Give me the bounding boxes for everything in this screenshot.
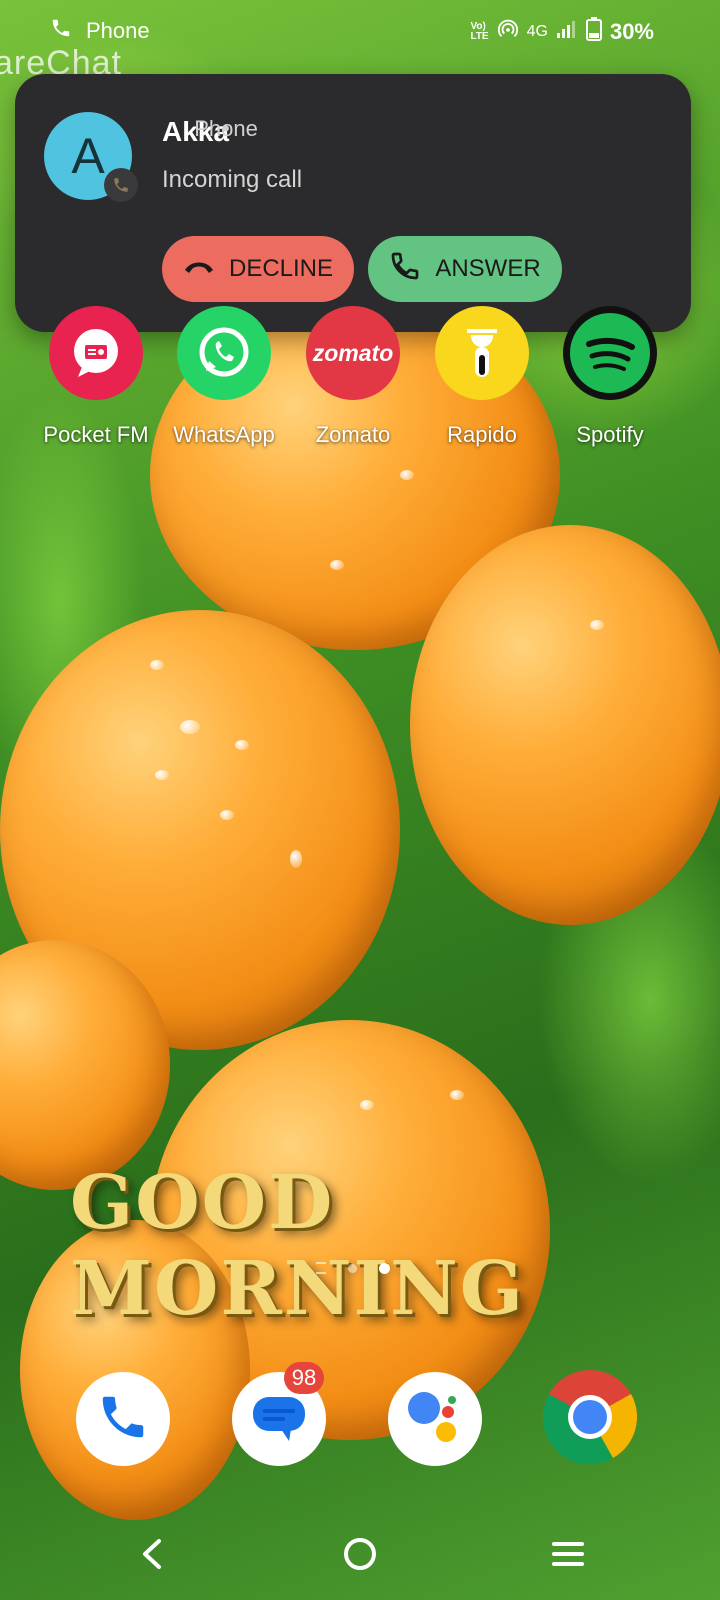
recents-button[interactable] bbox=[538, 1526, 598, 1586]
network-type: 4G bbox=[526, 23, 548, 40]
incoming-call-notification[interactable] bbox=[15, 74, 691, 332]
battery-percent: 30% bbox=[609, 19, 654, 44]
app-spotify[interactable]: Spotify bbox=[546, 306, 674, 448]
notification-app-name: Phone bbox=[194, 116, 258, 141]
app-label: WhatsApp bbox=[173, 422, 275, 447]
app-label: Zomato bbox=[315, 422, 391, 447]
app-pocket-fm[interactable]: Pocket FM bbox=[32, 306, 160, 448]
answer-label: ANSWER bbox=[435, 255, 541, 282]
assistant-icon bbox=[400, 1382, 470, 1457]
app-label: Rapido bbox=[447, 422, 517, 447]
assistant-app-button[interactable] bbox=[388, 1372, 482, 1466]
whatsapp-icon bbox=[177, 306, 271, 400]
phone-icon bbox=[389, 250, 421, 289]
battery-icon bbox=[585, 17, 602, 47]
answer-button[interactable]: ANSWER bbox=[368, 236, 562, 302]
decline-label: DECLINE bbox=[228, 255, 334, 282]
page-dot-active bbox=[379, 1262, 390, 1274]
app-label: Spotify bbox=[576, 422, 644, 447]
spotify-icon bbox=[563, 306, 657, 400]
zomato-icon: zomato bbox=[306, 306, 400, 400]
hotspot-icon bbox=[497, 18, 519, 46]
chrome-icon bbox=[542, 1369, 638, 1469]
volte-icon: Vo) LTE bbox=[470, 21, 489, 42]
navigation-bar bbox=[0, 1510, 720, 1600]
status-app-label: Phone bbox=[86, 18, 150, 43]
phone-app-button[interactable] bbox=[76, 1372, 170, 1466]
hang-up-icon bbox=[183, 255, 215, 283]
wallpaper-fruit bbox=[410, 525, 720, 925]
messages-icon bbox=[249, 1389, 309, 1450]
app-row: Pocket FM WhatsApp zomato Zomato Rapido … bbox=[0, 306, 720, 456]
wallpaper-greeting: GOOD MORNING bbox=[70, 1160, 525, 1332]
page-indicator[interactable] bbox=[316, 1262, 390, 1274]
rapido-icon bbox=[435, 306, 529, 400]
app-rapido[interactable]: Rapido bbox=[418, 306, 546, 448]
feed-page-icon bbox=[316, 1262, 326, 1274]
caller-info: Akka • Phone bbox=[162, 116, 258, 148]
phone-badge-icon bbox=[104, 168, 138, 202]
phone-call-icon bbox=[50, 17, 72, 45]
call-status: Incoming call bbox=[162, 166, 303, 193]
app-zomato[interactable]: zomato Zomato bbox=[289, 306, 417, 448]
signal-icon bbox=[556, 19, 578, 45]
page-dot bbox=[348, 1263, 357, 1273]
back-icon bbox=[137, 1537, 167, 1576]
chrome-app-button[interactable] bbox=[542, 1369, 638, 1469]
app-label: Pocket FM bbox=[43, 422, 149, 447]
app-whatsapp[interactable]: WhatsApp bbox=[160, 306, 288, 448]
status-bar: Phone Vo) LTE 4G 30% bbox=[0, 0, 720, 60]
home-button[interactable] bbox=[330, 1526, 390, 1586]
phone-icon bbox=[96, 1390, 150, 1449]
messages-badge: 98 bbox=[284, 1362, 324, 1394]
decline-button[interactable]: DECLINE bbox=[162, 236, 354, 302]
back-button[interactable] bbox=[122, 1526, 182, 1586]
pocketfm-icon bbox=[49, 306, 143, 400]
home-icon bbox=[342, 1536, 378, 1577]
recents-icon bbox=[551, 1540, 585, 1573]
